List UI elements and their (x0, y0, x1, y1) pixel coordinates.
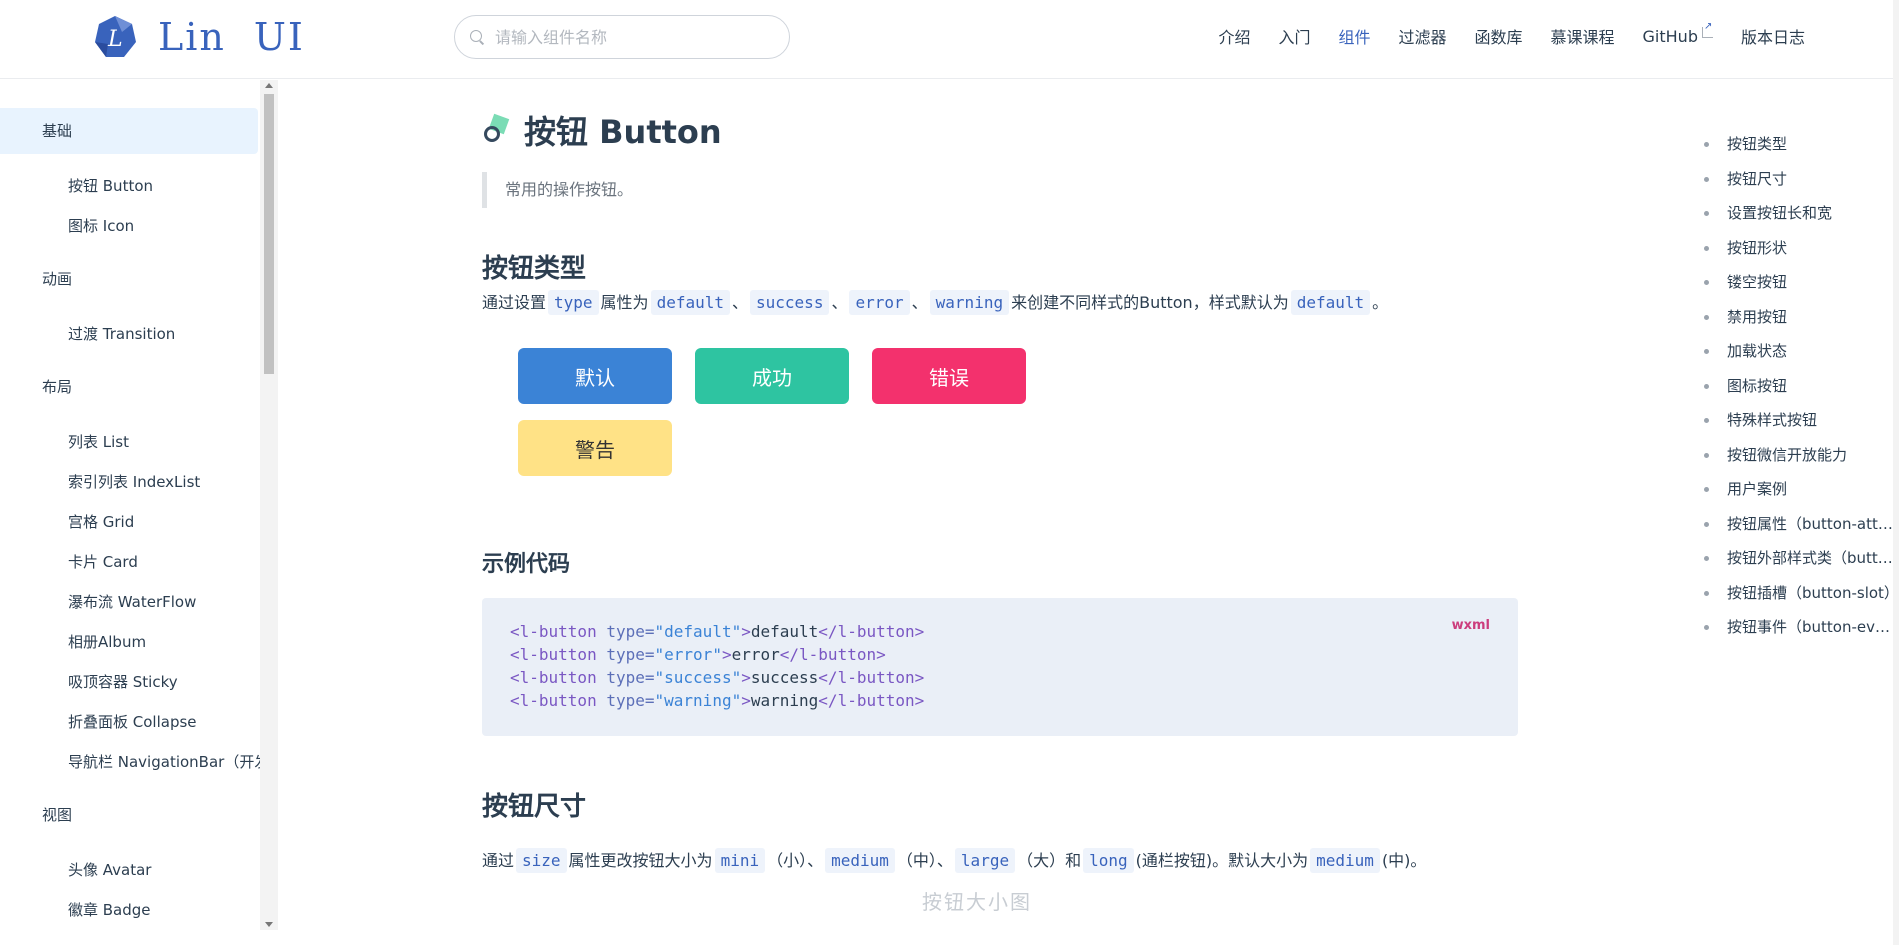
sidebar: 基础按钮 Button 图标 Icon 动画过渡 Transition 布局列表 Li… (0, 80, 260, 945)
sidebar-item[interactable]: 过渡 Transition (0, 314, 260, 354)
nav-item-3[interactable]: 过滤器 (1398, 24, 1446, 48)
search-icon (469, 29, 485, 45)
nav-item-4[interactable]: 函数库 (1475, 24, 1523, 48)
page-title-text: 按钮 Button (524, 113, 722, 151)
top-header: L LinUI 介绍 入门 组件 过滤器 函数库 慕课课程 GitHub 版本日志 (0, 0, 1899, 79)
toc-item[interactable]: 设置按钮长和宽 (1704, 199, 1899, 234)
toc-item[interactable]: 按钮属性（button-attributes） (1704, 510, 1899, 545)
nav-item-0[interactable]: 介绍 (1218, 24, 1250, 48)
scrollbar-thumb[interactable] (264, 94, 274, 374)
toc-item[interactable]: 加载状态 (1704, 337, 1899, 372)
section-heading-example: 示例代码 (482, 552, 571, 577)
toc-item[interactable]: 按钮微信开放能力 (1704, 441, 1899, 476)
toc-item[interactable]: 用户案例 (1704, 475, 1899, 510)
search-input[interactable] (495, 27, 755, 47)
search-box[interactable] (454, 15, 790, 59)
warning-button[interactable]: 警告 (518, 420, 672, 476)
nav-item-6[interactable]: GitHub (1643, 27, 1698, 46)
logo-text: Lin UI (158, 15, 305, 59)
logo[interactable]: L Lin UI (92, 12, 305, 62)
types-description: 通过设置 type 属性为 default、 success、 error、 warning… (482, 288, 1522, 318)
toc-item[interactable]: 按钮外部样式类（button-external-classes） (1704, 544, 1899, 579)
sidebar-item[interactable]: 宫格 Grid (0, 502, 260, 542)
page-subtitle: 常用的操作按钮。 (482, 172, 1522, 208)
size-description: 通过 size 属性更改按钮大小为 mini （小）、 medium （中）、 large （大… (482, 846, 1522, 876)
sidebar-group-0[interactable]: 基础 (0, 108, 258, 154)
code-line: <l-button type="error">error</l-button> (510, 645, 886, 664)
code-block: wxml <l-button type="default">default</l… (482, 598, 1518, 736)
sidebar-item[interactable]: 徽章 Badge (0, 890, 260, 930)
sidebar-scrollbar[interactable] (260, 80, 278, 930)
sidebar-item[interactable]: 索引列表 IndexList (0, 462, 260, 502)
button-component-icon (482, 113, 510, 144)
sidebar-group-2[interactable]: 布局 (0, 364, 260, 410)
sidebar-item[interactable]: 折叠面板 Collapse (0, 702, 260, 742)
table-of-contents: 按钮类型 按钮尺寸 设置按钮长和宽 按钮形状 镂空按钮 禁用按钮 加载状态 图标按钮 特殊样式按… (1704, 130, 1899, 648)
nav-item-7[interactable]: 版本日志 (1741, 24, 1805, 48)
section-heading-size: 按钮尺寸 (482, 792, 587, 822)
section-heading-types: 按钮类型 (482, 254, 587, 284)
toc-item[interactable]: 禁用按钮 (1704, 303, 1899, 338)
code-language-label: wxml (1451, 618, 1490, 633)
toc-item[interactable]: 镂空按钮 (1704, 268, 1899, 303)
nav-item-2[interactable]: 组件 (1338, 24, 1370, 48)
logo-icon: L (92, 14, 138, 60)
svg-text:L: L (107, 27, 123, 52)
success-button[interactable]: 成功 (695, 348, 849, 404)
top-nav: 介绍 入门 组件 过滤器 函数库 慕课课程 GitHub 版本日志 (1190, 21, 1805, 48)
toc-item[interactable]: 按钮尺寸 (1704, 165, 1899, 200)
code-line: <l-button type="default">default</l-butt… (510, 622, 925, 641)
error-button[interactable]: 错误 (872, 348, 1026, 404)
scroll-up-arrow-icon[interactable] (265, 83, 273, 88)
sidebar-item[interactable]: 按钮 Button (0, 166, 260, 206)
scroll-down-arrow-icon[interactable] (265, 922, 273, 927)
sidebar-item[interactable]: 列表 List (0, 422, 260, 462)
external-link-icon (1701, 21, 1713, 38)
code-line: <l-button type="success">success</l-butt… (510, 668, 925, 687)
toc-item[interactable]: 图标按钮 (1704, 372, 1899, 407)
toc-item[interactable]: 按钮形状 (1704, 234, 1899, 269)
default-button[interactable]: 默认 (518, 348, 672, 404)
toc-item[interactable]: 按钮插槽（button-slot） (1704, 579, 1899, 614)
code-line: <l-button type="warning">warning</l-butt… (510, 691, 925, 710)
nav-item-5[interactable]: 慕课课程 (1551, 24, 1615, 48)
sidebar-item[interactable]: 吸顶容器 Sticky (0, 662, 260, 702)
button-demo: 默认 成功 错误 警告 (518, 348, 1058, 476)
toc-item[interactable]: 按钮事件（button-events） (1704, 613, 1899, 648)
sidebar-group-1[interactable]: 动画 (0, 256, 260, 302)
sidebar-item[interactable]: 图标 Icon (0, 206, 260, 246)
size-demo-preview: 按钮大小图 (922, 890, 1032, 914)
toc-item[interactable]: 特殊样式按钮 (1704, 406, 1899, 441)
sidebar-item[interactable]: 导航栏 NavigationBar（开发中） (0, 742, 260, 782)
page-title: 按钮 Button (482, 108, 1522, 152)
main-content: 按钮 Button 常用的操作按钮。 按钮类型 通过设置 type 属性为 defau… (482, 80, 1522, 915)
sidebar-item[interactable]: 瀑布流 WaterFlow (0, 582, 260, 622)
code-content: <l-button type="default">default</l-butt… (510, 620, 1490, 712)
page-scrollbar[interactable] (1893, 0, 1899, 945)
toc-item[interactable]: 按钮类型 (1704, 130, 1899, 165)
sidebar-group-3[interactable]: 视图 (0, 792, 260, 838)
sidebar-item[interactable]: 头像 Avatar (0, 850, 260, 890)
nav-item-1[interactable]: 入门 (1278, 24, 1310, 48)
sidebar-item[interactable]: 相册Album (0, 622, 260, 662)
sidebar-item[interactable]: 卡片 Card (0, 542, 260, 582)
